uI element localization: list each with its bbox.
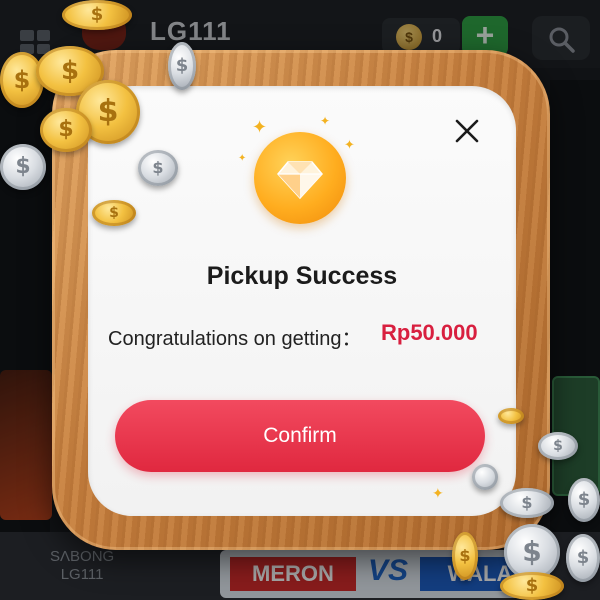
silver-coin-icon: $ [566, 534, 600, 582]
reward-amount: Rp50.000 [381, 320, 478, 345]
silver-coin-icon: $ [538, 432, 578, 460]
sparkle-icon: ✦ [238, 153, 247, 164]
dialog-message: Congratulations on getting： [108, 328, 362, 350]
sparkle-icon: ✦ [344, 137, 355, 152]
silver-coin-icon: $ [500, 488, 554, 518]
silver-coin-icon: $ [138, 150, 178, 186]
sparkle-icon: ✦ [252, 117, 268, 137]
silver-coin-icon [472, 464, 498, 490]
gold-coin-icon: $ [62, 0, 132, 30]
reward-badge [254, 132, 346, 224]
silver-coin-icon: $ [568, 478, 600, 522]
confirm-button[interactable]: Confirm [115, 400, 485, 472]
sparkle-icon: ✦ [432, 485, 444, 501]
gold-coin-icon: $ [40, 108, 92, 152]
gold-coin-icon: $ [452, 532, 478, 580]
diamond-icon [277, 161, 323, 200]
gold-coin-icon [498, 408, 524, 424]
gold-coin-icon: $ [92, 200, 136, 226]
silver-coin-icon: $ [168, 42, 196, 90]
sparkle-icon: ✦ [320, 114, 331, 128]
dialog-title: Pickup Success [206, 262, 398, 290]
silver-coin-icon: $ [0, 144, 46, 190]
close-icon[interactable] [452, 116, 482, 146]
gold-coin-icon: $ [500, 572, 564, 600]
